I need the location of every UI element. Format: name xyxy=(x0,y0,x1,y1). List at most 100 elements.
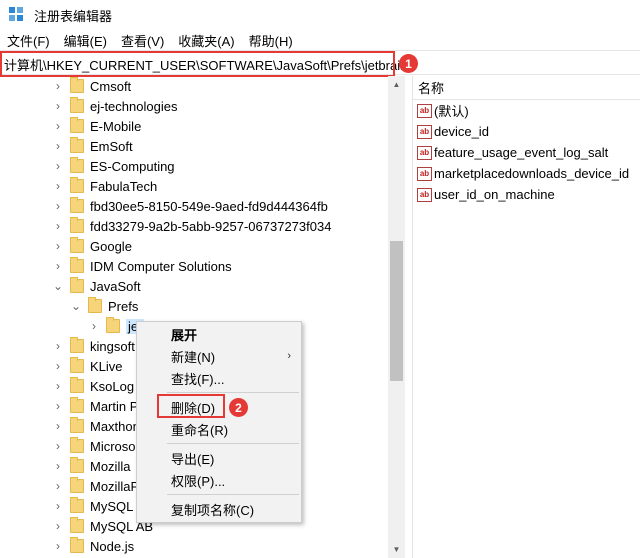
window-title: 注册表编辑器 xyxy=(34,8,113,24)
scroll-down-arrow-icon[interactable]: ▼ xyxy=(388,541,405,558)
tree-item[interactable]: › Martin P xyxy=(52,396,138,416)
pane-splitter[interactable] xyxy=(405,76,413,558)
tree-item[interactable]: › E-Mobile xyxy=(52,116,141,136)
scroll-thumb[interactable] xyxy=(390,241,403,381)
tree-item[interactable]: › ES-Computing xyxy=(52,156,175,176)
value-row[interactable]: ab device_id xyxy=(417,121,489,142)
chevron-right-icon[interactable]: › xyxy=(52,476,64,496)
chevron-down-icon[interactable]: ⌄ xyxy=(70,296,82,316)
address-bar[interactable]: 计算机\HKEY_CURRENT_USER\SOFTWARE\JavaSoft\… xyxy=(0,50,640,77)
menu-help[interactable]: 帮助(H) xyxy=(242,31,300,50)
step-badge-1: 1 xyxy=(399,54,418,73)
value-row[interactable]: ab feature_usage_event_log_salt xyxy=(417,142,608,163)
column-header-label: 名称 xyxy=(418,81,445,96)
tree-item[interactable]: › FabulaTech xyxy=(52,176,157,196)
tree-item-javasoft[interactable]: ⌄ JavaSoft xyxy=(52,276,141,296)
menu-item-permissions[interactable]: 权限(P)... xyxy=(137,469,301,491)
address-highlight-box xyxy=(0,51,395,77)
menu-item-new[interactable]: 新建(N) › xyxy=(137,345,301,367)
title-bar: 注册表编辑器 xyxy=(0,0,640,30)
chevron-right-icon[interactable]: › xyxy=(52,516,64,536)
chevron-right-icon[interactable]: › xyxy=(52,196,64,216)
menu-favorites[interactable]: 收藏夹(A) xyxy=(171,31,241,50)
chevron-right-icon[interactable]: › xyxy=(52,456,64,476)
folder-icon xyxy=(70,97,84,113)
folder-icon xyxy=(70,117,84,133)
tree-item[interactable]: › kingsoft xyxy=(52,336,135,356)
string-value-icon: ab xyxy=(417,145,432,160)
tree-item[interactable]: › Mozilla xyxy=(52,456,130,476)
chevron-down-icon[interactable]: ⌄ xyxy=(52,276,64,296)
folder-icon xyxy=(70,437,84,453)
chevron-right-icon[interactable]: › xyxy=(88,316,100,336)
string-value-icon: ab xyxy=(417,166,432,181)
tree-item[interactable]: › Cmsoft xyxy=(52,76,131,96)
string-value-icon: ab xyxy=(417,103,432,118)
tree-scrollbar[interactable]: ▲ ▼ xyxy=(388,76,405,558)
folder-icon xyxy=(70,197,84,213)
folder-icon xyxy=(70,157,84,173)
menu-edit[interactable]: 编辑(E) xyxy=(57,31,114,50)
tree-item[interactable]: › IDM Computer Solutions xyxy=(52,256,232,276)
tree-item[interactable]: › EmSoft xyxy=(52,136,133,156)
tree-item[interactable]: › Node.js xyxy=(52,536,134,556)
chevron-right-icon[interactable]: › xyxy=(52,336,64,356)
menu-item-export[interactable]: 导出(E) xyxy=(137,447,301,469)
chevron-right-icon[interactable]: › xyxy=(52,256,64,276)
folder-icon xyxy=(70,237,84,253)
tree-item[interactable]: › MySQL xyxy=(52,496,133,516)
menu-item-copy-key-name[interactable]: 复制项名称(C) xyxy=(137,498,301,520)
chevron-right-icon[interactable]: › xyxy=(52,156,64,176)
chevron-right-icon[interactable]: › xyxy=(52,376,64,396)
string-value-icon: ab xyxy=(417,124,432,139)
tree-item-label: fbd30ee5-8150-549e-9aed-fd9d444364fb xyxy=(90,198,328,214)
folder-icon xyxy=(70,177,84,193)
tree-item-label: ES-Computing xyxy=(90,158,175,174)
tree-item[interactable]: › Maxthon xyxy=(52,416,140,436)
chevron-right-icon[interactable]: › xyxy=(52,396,64,416)
column-header-name[interactable]: 名称 xyxy=(413,76,640,100)
chevron-right-icon[interactable]: › xyxy=(52,436,64,456)
chevron-right-icon[interactable]: › xyxy=(52,356,64,376)
tree-item[interactable]: › Google xyxy=(52,236,132,256)
chevron-right-icon[interactable]: › xyxy=(52,216,64,236)
chevron-right-icon[interactable]: › xyxy=(52,236,64,256)
folder-icon xyxy=(70,417,84,433)
tree-item[interactable]: › MozillaP xyxy=(52,476,139,496)
value-row[interactable]: ab (默认) xyxy=(417,100,469,121)
tree-item-label: kingsoft xyxy=(90,338,135,354)
menu-item-expand[interactable]: 展开 xyxy=(137,323,301,345)
chevron-right-icon[interactable]: › xyxy=(52,416,64,436)
chevron-right-icon[interactable]: › xyxy=(52,96,64,116)
tree-item-label: KLive xyxy=(90,358,123,374)
menu-item-rename[interactable]: 重命名(R) xyxy=(137,418,301,440)
registry-editor-icon xyxy=(9,7,25,23)
chevron-right-icon[interactable]: › xyxy=(52,136,64,156)
chevron-right-icon[interactable]: › xyxy=(52,536,64,556)
value-row[interactable]: ab user_id_on_machine xyxy=(417,184,555,205)
tree-item-label: E-Mobile xyxy=(90,118,142,134)
menu-item-find[interactable]: 查找(F)... xyxy=(137,367,301,389)
tree-item[interactable]: › KLive xyxy=(52,356,123,376)
tree-item-label: ej-technologies xyxy=(90,98,178,114)
folder-icon xyxy=(70,77,84,93)
tree-item[interactable]: › Microso xyxy=(52,436,136,456)
tree-item-label: IDM Computer Solutions xyxy=(90,258,232,274)
step-badge-2: 2 xyxy=(229,398,248,417)
menu-view[interactable]: 查看(V) xyxy=(114,31,171,50)
chevron-right-icon[interactable]: › xyxy=(52,176,64,196)
chevron-right-icon[interactable]: › xyxy=(52,76,64,96)
tree-item[interactable]: › fdd33279-9a2b-5abb-9257-06737273f034 xyxy=(52,216,331,236)
chevron-right-icon[interactable]: › xyxy=(52,496,64,516)
tree-item[interactable]: › fbd30ee5-8150-549e-9aed-fd9d444364fb xyxy=(52,196,328,216)
tree-item[interactable]: › ej-technologies xyxy=(52,96,177,116)
chevron-right-icon[interactable]: › xyxy=(52,116,64,136)
menu-file[interactable]: 文件(F) xyxy=(0,31,57,50)
tree-item-label: Martin P xyxy=(90,398,139,414)
tree-item-label: MozillaP xyxy=(90,478,140,494)
scroll-up-arrow-icon[interactable]: ▲ xyxy=(388,76,405,93)
tree-item[interactable]: › KsoLog xyxy=(52,376,134,396)
value-row[interactable]: ab marketplacedownloads_device_id xyxy=(417,163,629,184)
tree-item-prefs[interactable]: ⌄ Prefs xyxy=(70,296,138,316)
folder-icon xyxy=(70,277,84,293)
